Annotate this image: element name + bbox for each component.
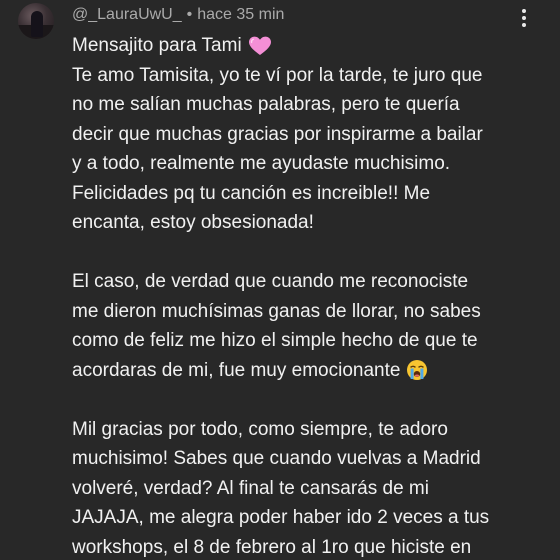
comment: @_LauraUwU_ • hace 35 min Mensajito para… bbox=[0, 0, 560, 560]
comment-line: JAJAJA, me alegra poder haber ido 2 vece… bbox=[72, 507, 490, 528]
comment-line-text: acordaras de mi, fue muy emocionante bbox=[72, 359, 401, 381]
comment-text: Mensajito para Tami Te amo Tamisita, yo … bbox=[72, 31, 542, 560]
comment-line: Mensajito para Tami bbox=[72, 31, 542, 61]
comment-line: workshops, el 8 de febrero al 1ro que hi… bbox=[72, 536, 472, 558]
comment-line: muchisimo! Sabes que cuando vuelvas a Ma… bbox=[72, 448, 481, 469]
comment-line: Mil gracias por todo, como siempre, te a… bbox=[72, 418, 448, 440]
more-dot bbox=[522, 23, 526, 27]
username[interactable]: @_LauraUwU_ bbox=[72, 6, 182, 24]
comment-header: @_LauraUwU_ • hace 35 min bbox=[72, 5, 284, 25]
comment-line: Felicidades pq tu canción es increible!!… bbox=[72, 182, 431, 204]
loudly-crying-face-emoji bbox=[407, 360, 428, 381]
more-dot bbox=[522, 9, 526, 13]
user-avatar[interactable] bbox=[18, 3, 54, 39]
timestamp[interactable]: hace 35 min bbox=[197, 6, 284, 24]
comment-line: encanta, estoy obsesionada! bbox=[72, 212, 314, 233]
comment-line: decir que muchas gracias por inspirarme … bbox=[72, 123, 483, 145]
more-vert-icon[interactable] bbox=[514, 6, 534, 30]
comment-line: acordaras de mi, fue muy emocionante bbox=[72, 356, 542, 386]
comment-line-text: Mensajito para Tami bbox=[72, 35, 242, 56]
comment-line: como de feliz me hizo el simple hecho de… bbox=[72, 330, 478, 351]
more-dot bbox=[522, 16, 526, 20]
pink-heart-emoji bbox=[248, 36, 271, 55]
avatar-figure bbox=[31, 11, 43, 37]
comment-line: me dieron muchísimas ganas de llorar, no… bbox=[72, 300, 481, 322]
comment-line: El caso, de verdad que cuando me reconoc… bbox=[72, 271, 469, 292]
meta-separator: • bbox=[186, 6, 193, 23]
comment-line: no me salían muchas palabras, pero te qu… bbox=[72, 94, 460, 115]
comment-line: Te amo Tamisita, yo te ví por la tarde, … bbox=[72, 64, 483, 86]
comment-line: volveré, verdad? Al final te cansarás de… bbox=[72, 477, 429, 499]
comment-line: y a todo, realmente me ayudaste muchisim… bbox=[72, 153, 451, 174]
